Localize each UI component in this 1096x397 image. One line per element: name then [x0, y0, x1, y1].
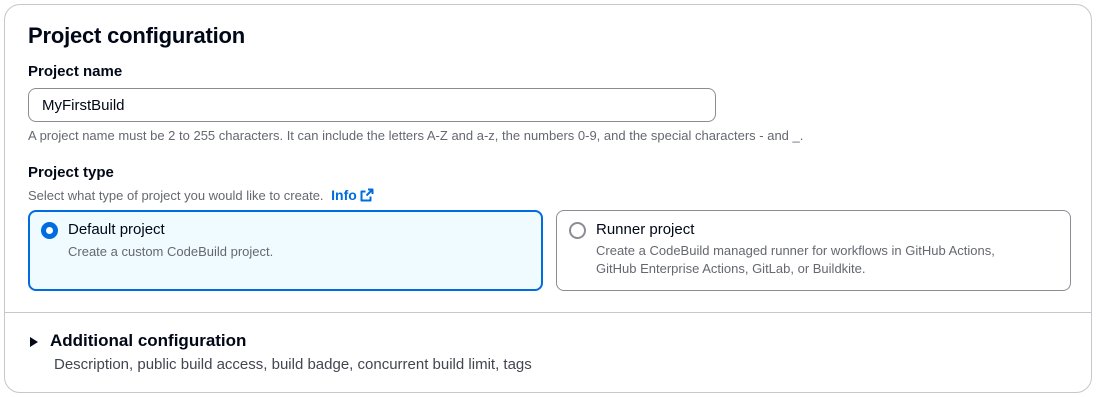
- info-link-label: Info: [331, 187, 357, 203]
- default-project-title: Default project: [68, 221, 165, 238]
- runner-project-tile[interactable]: Runner project Create a CodeBuild manage…: [556, 210, 1071, 291]
- section-title: Project configuration: [28, 23, 246, 48]
- default-project-description: Create a custom CodeBuild project.: [68, 244, 274, 259]
- external-link-icon: [360, 188, 374, 202]
- additional-configuration-title[interactable]: Additional configuration: [50, 331, 246, 351]
- project-type-hint: Select what type of project you would li…: [28, 187, 374, 203]
- default-project-radio[interactable]: [41, 222, 58, 239]
- caret-right-icon[interactable]: [30, 337, 38, 347]
- project-type-hint-text: Select what type of project you would li…: [28, 188, 324, 203]
- runner-project-description: Create a CodeBuild managed runner for wo…: [596, 243, 995, 276]
- info-link[interactable]: Info: [331, 187, 374, 203]
- project-name-label: Project name: [28, 63, 123, 80]
- section-divider: [5, 312, 1091, 313]
- project-name-input[interactable]: [28, 88, 716, 122]
- runner-project-title: Runner project: [596, 221, 695, 238]
- runner-project-radio[interactable]: [569, 222, 586, 239]
- default-project-tile[interactable]: Default project Create a custom CodeBuil…: [28, 210, 543, 291]
- project-name-hint: A project name must be 2 to 255 characte…: [28, 128, 804, 143]
- project-type-label: Project type: [28, 164, 114, 181]
- additional-configuration-description: Description, public build access, build …: [54, 356, 532, 373]
- project-configuration-panel: Project configuration Project name A pro…: [4, 4, 1092, 393]
